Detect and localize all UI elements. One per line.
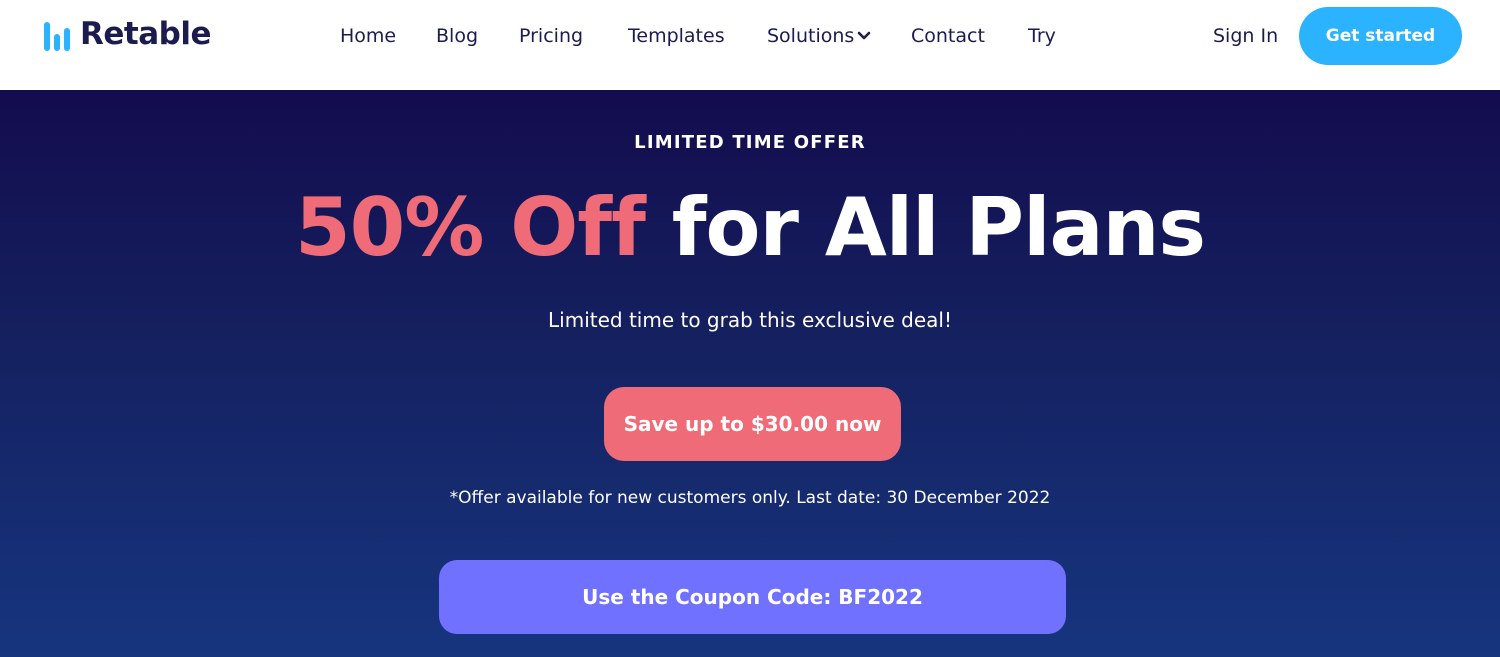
logo[interactable]: Retable [42,14,211,54]
site-header: Retable Home Blog Pricing Templates Solu… [0,0,1500,90]
nav-pricing[interactable]: Pricing [519,22,583,50]
offer-eyebrow: LIMITED TIME OFFER [634,132,866,153]
offer-note: *Offer available for new customers only.… [449,488,1051,508]
nav-try[interactable]: Try [1028,22,1056,50]
headline-discount: 50% Off [294,181,646,274]
coupon-code-button[interactable]: Use the Coupon Code: BF2022 [439,560,1066,634]
chevron-down-icon [858,31,871,40]
page-title: 50% Off for All Plans [0,178,1500,278]
sign-in-link[interactable]: Sign In [1213,22,1278,50]
nav-solutions[interactable]: Solutions [767,22,871,50]
nav-contact[interactable]: Contact [911,22,985,50]
bar-chart-logo-icon [44,22,70,51]
offer-subline: Limited time to grab this exclusive deal… [548,308,952,332]
nav-home[interactable]: Home [340,22,396,50]
nav-templates[interactable]: Templates [628,22,725,50]
nav-blog[interactable]: Blog [436,22,478,50]
headline-rest: for All Plans [671,181,1206,274]
nav-solutions-label: Solutions [767,25,855,47]
promo-hero: LIMITED TIME OFFER 50% Off for All Plans… [0,90,1500,657]
get-started-button[interactable]: Get started [1299,7,1462,65]
logo-text: Retable [80,16,211,52]
save-now-button[interactable]: Save up to $30.00 now [604,387,901,461]
